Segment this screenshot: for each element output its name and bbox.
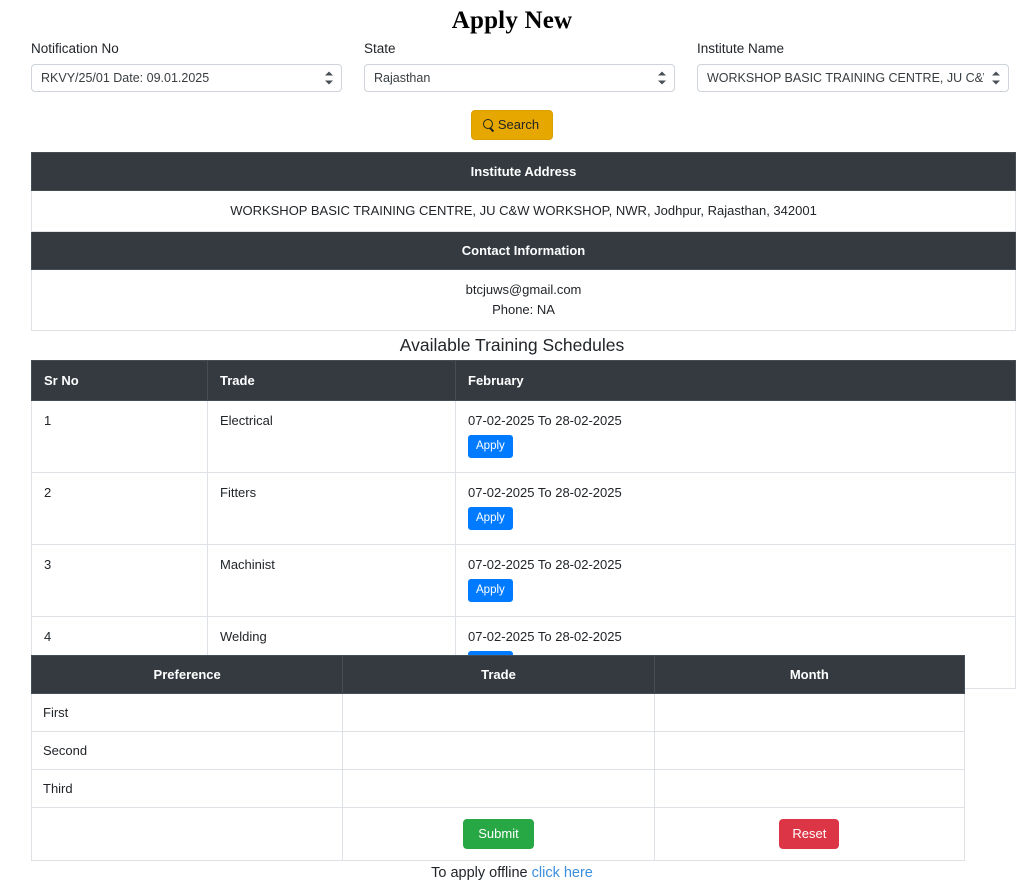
institute-address-row: WORKSHOP BASIC TRAINING CENTRE, JU C&W W… [31, 190, 1016, 232]
preference-label-third: Third [30, 769, 344, 808]
available-training-schedules-heading: Available Training Schedules [399, 335, 625, 355]
preference-trade-first[interactable] [342, 693, 655, 732]
contact-information-value: btcjuws@gmail.com Phone: NA [31, 269, 1016, 331]
preference-label-second: Second [30, 731, 344, 770]
apply-new-page: Apply New Notification No RKVY/25/01 Dat… [0, 0, 1024, 883]
preference-month-second[interactable] [653, 731, 966, 770]
preference-month-third[interactable] [653, 769, 966, 808]
preference-trade-third[interactable] [342, 769, 655, 808]
cell-schedule: 07-02-2025 To 28-02-2025 Apply [455, 472, 1016, 545]
apply-button[interactable]: Apply [468, 435, 513, 458]
contact-email: btcjuws@gmail.com [465, 282, 582, 297]
schedule-dates: 07-02-2025 To 28-02-2025 [468, 629, 622, 644]
column-header-sr-no: Sr No [31, 360, 208, 401]
preference-trade-second[interactable] [342, 731, 655, 770]
notification-no-field: Notification No RKVY/25/01 Date: 09.01.2… [31, 40, 342, 92]
contact-phone: Phone: NA [492, 302, 555, 317]
cell-sr-no: 2 [31, 472, 208, 545]
institute-name-label: Institute Name [697, 41, 785, 56]
schedule-dates: 07-02-2025 To 28-02-2025 [468, 557, 622, 572]
notification-no-select[interactable]: RKVY/25/01 Date: 09.01.2025 [31, 64, 342, 92]
schedule-dates: 07-02-2025 To 28-02-2025 [468, 485, 622, 500]
notification-no-label: Notification No [31, 41, 119, 56]
search-icon [482, 119, 495, 131]
table-header-row: Sr No Trade February [31, 360, 1016, 401]
institute-name-select[interactable]: WORKSHOP BASIC TRAINING CENTRE, JU C&W W… [697, 64, 1009, 92]
institute-address-header: Institute Address [31, 152, 1016, 191]
column-header-trade: Trade [342, 655, 655, 694]
submit-button[interactable]: Submit [463, 819, 534, 849]
contact-information-header: Contact Information [31, 231, 1016, 270]
column-header-month: Month [653, 655, 966, 694]
table-row: First [30, 693, 966, 732]
reset-cell: Reset [653, 807, 966, 861]
chevron-updown-icon [325, 71, 333, 85]
institute-info-table: Institute Address WORKSHOP BASIC TRAININ… [31, 152, 1016, 331]
cell-schedule: 07-02-2025 To 28-02-2025 Apply [455, 544, 1016, 617]
table-row: 1 Electrical 07-02-2025 To 28-02-2025 Ap… [31, 400, 1016, 473]
cell-trade: Electrical [207, 400, 456, 473]
cell-sr-no: 1 [31, 400, 208, 473]
search-button-label: Search [497, 117, 540, 132]
column-header-february: February [455, 360, 1016, 401]
schedule-dates: 07-02-2025 To 28-02-2025 [468, 413, 622, 428]
action-row-spacer [30, 807, 344, 861]
table-row: Third [30, 769, 966, 808]
institute-address-header-row: Institute Address [31, 152, 1016, 191]
cell-schedule: 07-02-2025 To 28-02-2025 Apply [455, 400, 1016, 473]
search-button[interactable]: Search [470, 110, 554, 140]
institute-name-field: Institute Name WORKSHOP BASIC TRAINING C… [697, 40, 1009, 92]
institute-name-value: WORKSHOP BASIC TRAINING CENTRE, JU C&W W… [707, 71, 984, 85]
apply-button[interactable]: Apply [468, 507, 513, 530]
column-header-trade: Trade [207, 360, 456, 401]
cell-sr-no: 3 [31, 544, 208, 617]
preference-table: Preference Trade Month First Second Thir… [30, 655, 966, 861]
state-value: Rajasthan [374, 71, 431, 85]
reset-button[interactable]: Reset [779, 819, 840, 849]
filter-bar: Notification No RKVY/25/01 Date: 09.01.2… [31, 40, 1009, 92]
offline-apply-text: To apply offline [431, 865, 528, 881]
institute-address-value: WORKSHOP BASIC TRAINING CENTRE, JU C&W W… [31, 190, 1016, 232]
table-row: 2 Fitters 07-02-2025 To 28-02-2025 Apply [31, 472, 1016, 545]
preference-month-first[interactable] [653, 693, 966, 732]
column-header-preference: Preference [30, 655, 344, 694]
state-label: State [364, 41, 396, 56]
page-title: Apply New [451, 7, 573, 34]
notification-no-value: RKVY/25/01 Date: 09.01.2025 [41, 71, 210, 85]
offline-apply-note: To apply offline click here [0, 863, 1024, 883]
chevron-updown-icon [658, 71, 666, 85]
table-row: 3 Machinist 07-02-2025 To 28-02-2025 App… [31, 544, 1016, 617]
table-row: Second [30, 731, 966, 770]
search-button-row: Search [0, 110, 1024, 140]
cell-trade: Machinist [207, 544, 456, 617]
contact-information-header-row: Contact Information [31, 231, 1016, 270]
state-field: State Rajasthan [364, 40, 675, 92]
chevron-updown-icon [992, 71, 1000, 85]
table-header-row: Preference Trade Month [30, 655, 966, 694]
table-action-row: Submit Reset [30, 807, 966, 861]
training-schedules-table: Sr No Trade February 1 Electrical 07-02-… [31, 360, 1016, 689]
preference-label-first: First [30, 693, 344, 732]
cell-trade: Fitters [207, 472, 456, 545]
apply-button[interactable]: Apply [468, 579, 513, 602]
submit-cell: Submit [342, 807, 655, 861]
click-here-link[interactable]: click here [532, 865, 593, 881]
contact-information-row: btcjuws@gmail.com Phone: NA [31, 269, 1016, 331]
state-select[interactable]: Rajasthan [364, 64, 675, 92]
